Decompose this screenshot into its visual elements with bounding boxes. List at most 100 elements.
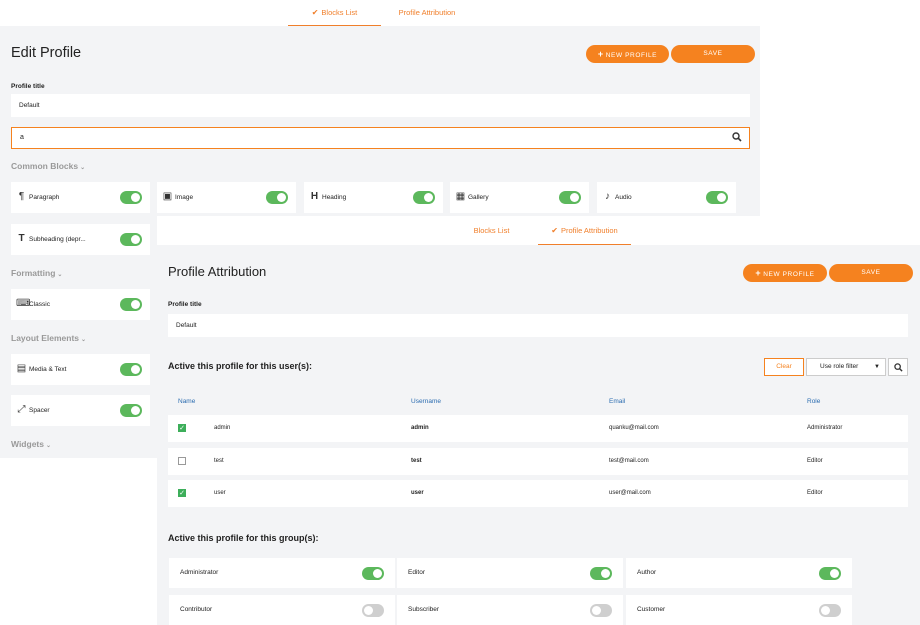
page-title: Profile Attribution [168, 264, 267, 279]
user-checkbox[interactable]: ✓ [178, 424, 186, 432]
new-profile-button[interactable]: + NEW PROFILE [743, 264, 827, 282]
plus-icon: + [597, 49, 604, 59]
group-label: Author [637, 569, 657, 576]
toggle-group-editor[interactable] [590, 567, 612, 580]
profile-title-input[interactable]: Default [11, 94, 750, 117]
search-icon[interactable] [732, 132, 742, 142]
tab-blocks-list[interactable]: ✔ Blocks List [288, 0, 381, 26]
toggle-group-author[interactable] [819, 567, 841, 580]
toggle-classic[interactable] [120, 298, 142, 311]
block-label: Heading [322, 194, 347, 201]
toggle-paragraph[interactable] [120, 191, 142, 204]
groups-heading: Active this profile for this group(s): [168, 533, 319, 543]
user-name: test [214, 458, 224, 464]
chevron-down-icon: ⌄ [81, 337, 87, 343]
user-username: test [411, 458, 422, 464]
block-label: Paragraph [29, 194, 60, 201]
check-icon: ✔ [311, 8, 319, 17]
role-filter-select[interactable]: Use role filter ▼ [806, 358, 886, 376]
table-row[interactable]: test test test@mail.com Editor [168, 448, 908, 475]
block-media-text: ▤ Media & Text [11, 354, 150, 385]
toggle-group-customer[interactable] [819, 604, 841, 617]
tab-bar: Blocks List ✔ Profile Attribution [157, 216, 920, 245]
toggle-spacer[interactable] [120, 404, 142, 417]
block-search-input[interactable]: a [11, 127, 750, 149]
users-heading: Active this profile for this user(s): [168, 361, 313, 371]
table-row[interactable]: ✓ user user user@mail.com Editor [168, 480, 908, 507]
block-image: ▣ Image [157, 182, 296, 213]
toggle-gallery[interactable] [559, 191, 581, 204]
group-label: Subscriber [408, 606, 440, 613]
block-label: Gallery [468, 194, 489, 201]
tab-profile-attribution[interactable]: ✔ Profile Attribution [538, 216, 631, 245]
toggle-image[interactable] [266, 191, 288, 204]
page-title: Edit Profile [11, 45, 82, 61]
save-button[interactable]: SAVE [671, 45, 755, 63]
section-common-blocks[interactable]: Common Blocks ⌄ [11, 161, 85, 171]
user-email: quanku@mail.com [609, 425, 659, 431]
keyboard-icon: ⌨ [16, 298, 31, 309]
toggle-group-administrator[interactable] [362, 567, 384, 580]
gallery-icon: ▦ [455, 191, 466, 202]
plus-icon: + [755, 268, 762, 278]
column-name[interactable]: Name [178, 398, 195, 405]
user-checkbox[interactable] [178, 457, 186, 465]
new-profile-label: NEW PROFILE [605, 52, 658, 59]
spacer-icon: ⤢ [17, 404, 26, 415]
user-name: admin [214, 425, 231, 431]
group-customer: Customer [626, 595, 852, 625]
block-paragraph: ¶ Paragraph [11, 182, 150, 213]
section-label: Formatting [11, 268, 56, 278]
role-filter-value: Use role filter [820, 363, 859, 370]
section-formatting[interactable]: Formatting ⌄ [11, 268, 62, 278]
tab-label: Profile Attribution [561, 226, 618, 235]
section-label: Widgets [11, 439, 44, 449]
block-label: Audio [615, 194, 632, 201]
group-author: Author [626, 558, 852, 588]
user-role: Editor [807, 490, 823, 496]
section-widgets[interactable]: Widgets ⌄ [11, 439, 51, 449]
section-layout-elements[interactable]: Layout Elements ⌄ [11, 333, 86, 343]
chevron-down-icon: ⌄ [80, 165, 86, 171]
image-icon: ▣ [162, 191, 173, 202]
toggle-group-contributor[interactable] [362, 604, 384, 617]
tab-bar: ✔ Blocks List Profile Attribution [0, 0, 760, 26]
search-icon [894, 363, 903, 372]
user-role: Editor [807, 458, 823, 464]
search-button[interactable] [888, 358, 908, 376]
clear-button[interactable]: Clear [764, 358, 804, 376]
toggle-group-subscriber[interactable] [590, 604, 612, 617]
toggle-subheading[interactable] [120, 233, 142, 246]
tab-blocks-list[interactable]: Blocks List [445, 216, 538, 245]
toggle-audio[interactable] [706, 191, 728, 204]
column-username[interactable]: Username [411, 398, 441, 405]
heading-icon: H [310, 191, 319, 202]
audio-icon: ♪ [605, 191, 610, 202]
toggle-heading[interactable] [413, 191, 435, 204]
save-button[interactable]: SAVE [829, 264, 913, 282]
section-label: Common Blocks [11, 161, 79, 171]
toggle-media-text[interactable] [120, 363, 142, 376]
profile-title-input[interactable]: Default [168, 314, 908, 337]
chevron-down-icon: ⌄ [45, 443, 52, 449]
group-label: Contributor [180, 606, 213, 613]
block-spacer: ⤢ Spacer [11, 395, 150, 426]
user-username: admin [411, 425, 429, 431]
section-label: Layout Elements [11, 333, 80, 343]
group-administrator: Administrator [169, 558, 395, 588]
block-label: Subheading (depr... [29, 236, 86, 243]
block-label: Image [175, 194, 194, 201]
user-checkbox[interactable]: ✓ [178, 489, 186, 497]
subheading-icon: T [18, 233, 25, 244]
group-label: Administrator [180, 569, 219, 576]
user-username: user [411, 490, 424, 496]
search-value: a [20, 134, 24, 141]
table-row[interactable]: ✓ admin admin quanku@mail.com Administra… [168, 415, 908, 442]
block-label: Classic [29, 301, 50, 308]
tab-profile-attribution[interactable]: Profile Attribution [382, 0, 472, 26]
column-email[interactable]: Email [609, 398, 625, 405]
new-profile-button[interactable]: + NEW PROFILE [586, 45, 669, 63]
column-role[interactable]: Role [807, 398, 820, 405]
profile-title-label: Profile title [168, 301, 202, 308]
block-classic: ⌨ Classic [11, 289, 150, 320]
